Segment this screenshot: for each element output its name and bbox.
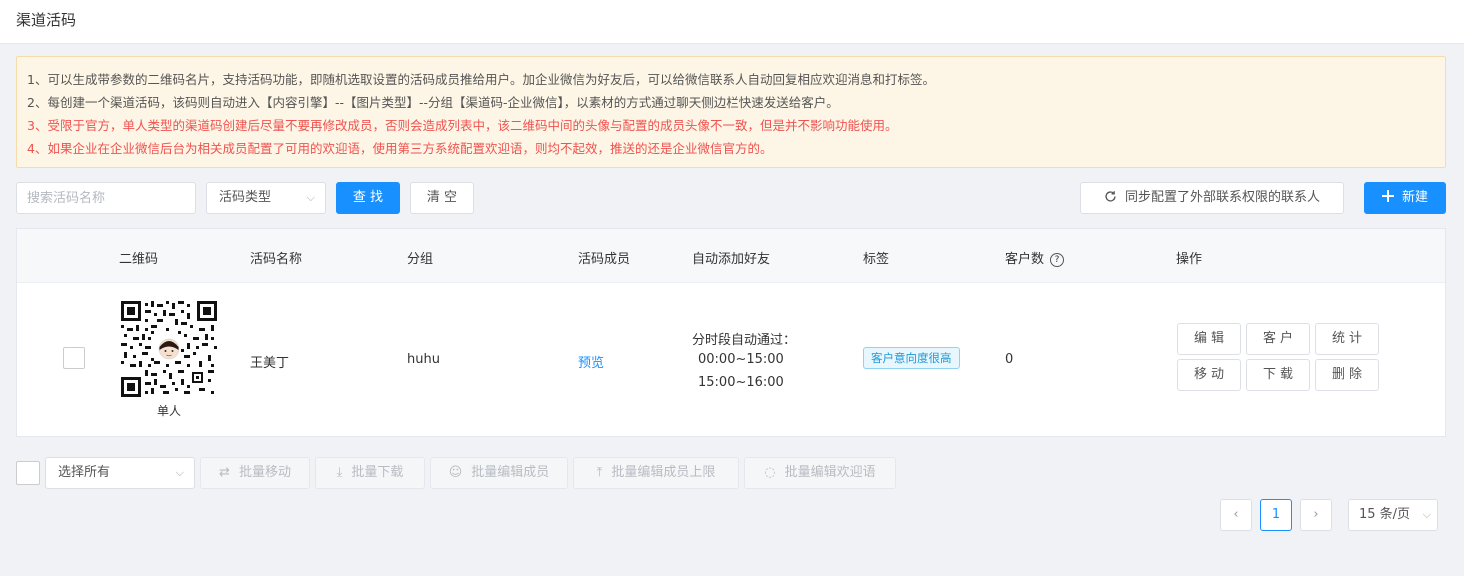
swap-icon: ⇄: [219, 465, 230, 480]
message-icon: ◌: [764, 465, 776, 480]
sync-contacts-button[interactable]: 同步配置了外部联系权限的联系人: [1080, 182, 1344, 214]
download-icon: ⤓: [336, 465, 343, 480]
column-header-tag: 标签: [863, 252, 890, 267]
auto-add-period-1: 00:00~15:00: [698, 352, 784, 367]
page-1-button[interactable]: 1: [1260, 499, 1292, 531]
notice-line-4: 4、如果企业在企业微信后台为相关成员配置了可用的欢迎语，使用第三方系统配置欢迎语…: [27, 141, 773, 156]
code-name: 王美丁: [250, 356, 290, 371]
statistics-button[interactable]: 统计: [1315, 323, 1379, 355]
chevron-down-icon: ⌵: [306, 191, 315, 204]
row-checkbox[interactable]: [63, 347, 85, 369]
notice-line-3: 3、受限于官方，单人类型的渠道码创建后尽量不要再修改成员，否则会造成列表中，该二…: [27, 118, 898, 133]
download-button[interactable]: 下载: [1246, 359, 1310, 391]
notice-line-2: 2、每创建一个渠道活码，该码则自动进入【内容引擎】--【图片类型】--分组【渠道…: [27, 95, 839, 110]
page-header: 渠道活码: [0, 0, 1464, 44]
select-all-value: 选择所有: [58, 465, 111, 480]
new-button-label: 新建: [1401, 190, 1428, 205]
move-button[interactable]: 移动: [1177, 359, 1241, 391]
qr-code-image[interactable]: [121, 301, 217, 397]
sync-contacts-label: 同步配置了外部联系权限的联系人: [1124, 190, 1320, 205]
batch-edit-member-limit-button[interactable]: ⤒ 批量编辑成员上限: [573, 457, 739, 489]
customers-header-label: 客户数: [1005, 252, 1045, 267]
column-header-auto-add: 自动添加好友: [692, 252, 771, 267]
plus-icon: [1381, 183, 1394, 213]
qr-type-label: 单人: [156, 404, 181, 418]
column-header-group: 分组: [407, 252, 434, 267]
upload-icon: ⤒: [596, 465, 603, 480]
batch-move-button[interactable]: ⇄ 批量移动: [200, 457, 310, 489]
group-name: huhu: [407, 352, 440, 367]
batch-edit-member-limit-label: 批量编辑成员上限: [611, 465, 716, 480]
new-button[interactable]: 新建: [1364, 182, 1446, 214]
delete-button[interactable]: 删除: [1315, 359, 1379, 391]
page-size-value: 15 条/页: [1359, 507, 1411, 522]
clear-button-label: 清 空: [426, 190, 458, 205]
user-icon: ☺: [448, 465, 463, 480]
batch-edit-welcome-label: 批量编辑欢迎语: [784, 465, 876, 480]
batch-download-button[interactable]: ⤓ 批量下载: [315, 457, 425, 489]
column-header-qr: 二维码: [119, 252, 159, 267]
auto-add-mode: 分时段自动通过：: [692, 333, 797, 348]
notice-box: 1、可以生成带参数的二维码名片，支持活码功能，即随机选取设置的活码成员推给用户。…: [16, 56, 1446, 168]
type-select-value: 活码类型: [219, 190, 272, 205]
table-header: 二维码 活码名称 分组 活码成员 自动添加好友 标签 客户数? 操作: [17, 229, 1445, 283]
batch-edit-members-button[interactable]: ☺ 批量编辑成员: [430, 457, 568, 489]
notice-line-1: 1、可以生成带参数的二维码名片，支持活码功能，即随机选取设置的活码成员推给用户。…: [27, 72, 935, 87]
refresh-icon: [1104, 183, 1117, 213]
batch-edit-members-label: 批量编辑成员: [471, 465, 550, 480]
search-input[interactable]: [16, 182, 196, 214]
select-all-dropdown[interactable]: 选择所有 ⌵: [45, 457, 195, 489]
chevron-down-icon: ⌵: [1422, 508, 1431, 521]
search-button-label: 查 找: [352, 190, 384, 205]
column-header-actions: 操作: [1176, 252, 1203, 267]
chevron-down-icon: ⌵: [175, 466, 184, 479]
column-header-customers: 客户数?: [1005, 248, 1065, 267]
next-page-button[interactable]: ›: [1300, 499, 1332, 531]
chevron-right-icon: ›: [1313, 507, 1319, 522]
members-preview-link[interactable]: 预览: [578, 352, 604, 371]
chevron-left-icon: ‹: [1233, 507, 1239, 522]
customers-button[interactable]: 客户: [1246, 323, 1310, 355]
auto-add-period-2: 15:00~16:00: [698, 375, 784, 390]
page-size-select[interactable]: 15 条/页 ⌵: [1348, 499, 1438, 531]
edit-button[interactable]: 编辑: [1177, 323, 1241, 355]
help-icon[interactable]: ?: [1050, 253, 1065, 267]
column-header-members: 活码成员: [578, 252, 631, 267]
customer-count: 0: [1005, 352, 1014, 367]
batch-edit-welcome-button[interactable]: ◌ 批量编辑欢迎语: [744, 457, 896, 489]
batch-move-label: 批量移动: [238, 465, 291, 480]
select-all-checkbox[interactable]: [16, 461, 40, 485]
channel-code-table: 二维码 活码名称 分组 活码成员 自动添加好友 标签 客户数? 操作 单人 王美…: [16, 228, 1446, 437]
batch-download-label: 批量下载: [351, 465, 404, 480]
type-select[interactable]: 活码类型 ⌵: [206, 182, 326, 214]
page-title: 渠道活码: [16, 11, 77, 29]
prev-page-button[interactable]: ‹: [1220, 499, 1252, 531]
clear-button[interactable]: 清 空: [410, 182, 474, 214]
column-header-name: 活码名称: [250, 252, 303, 267]
search-button[interactable]: 查 找: [336, 182, 400, 214]
customer-tag: 客户意向度很高: [863, 347, 960, 369]
